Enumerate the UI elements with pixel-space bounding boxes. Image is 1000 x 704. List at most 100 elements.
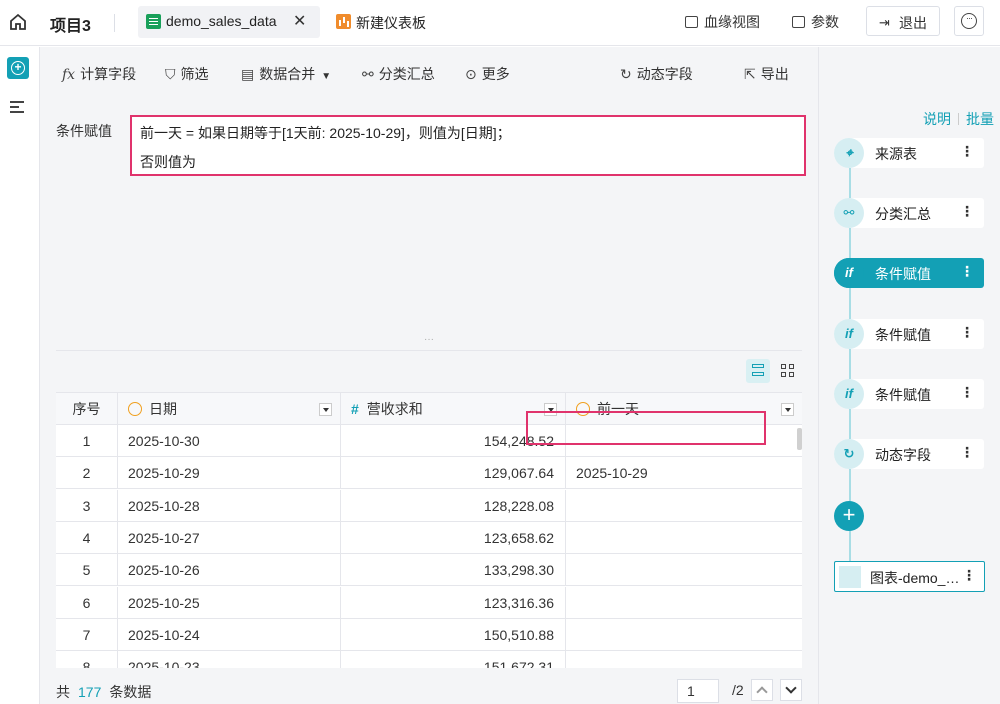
cell-date[interactable]: 2025-10-29	[118, 457, 341, 490]
kebab-menu-icon[interactable]: ⋮	[960, 203, 974, 220]
cell-revenue[interactable]: 128,228.08	[341, 489, 566, 522]
cell-date[interactable]: 2025-10-28	[118, 489, 341, 522]
export-icon: ⇱	[744, 66, 756, 82]
filter-icon: ⛉	[165, 66, 176, 82]
cell-index[interactable]: 6	[56, 586, 118, 619]
cell-revenue[interactable]: 123,316.36	[341, 586, 566, 619]
exit-button[interactable]: ⇥ 退出	[866, 6, 940, 36]
page-down-button[interactable]	[780, 679, 802, 701]
kebab-menu-icon[interactable]: ⋮	[960, 444, 974, 461]
flow-node-label: 条件赋值	[875, 386, 931, 403]
condition-line-1: 前一天 = 如果日期等于[1天前: 2025-10-29]，则值为[日期]；	[140, 125, 511, 141]
chevron-up-icon	[756, 686, 768, 698]
cell-prev-day[interactable]	[566, 587, 802, 619]
table-row[interactable]: 2 2025-10-29 129,067.64 2025-10-29	[56, 457, 802, 490]
cell-index[interactable]: 7	[56, 618, 118, 651]
kebab-menu-icon[interactable]: ⋮	[960, 143, 974, 160]
left-sidebar: +	[0, 47, 40, 704]
export-button[interactable]: ⇱ 导出	[744, 64, 789, 84]
column-dropdown-icon[interactable]	[781, 403, 794, 416]
flow-node[interactable]: ↻ 动态字段 ⋮	[834, 439, 984, 469]
cell-index[interactable]: 2	[56, 457, 118, 490]
chart-node[interactable]: 图表-demo_sales_data ⋮	[834, 561, 985, 592]
cell-date[interactable]: 2025-10-24	[118, 618, 341, 651]
table-row[interactable]: 7 2025-10-24 150,510.88	[56, 618, 802, 651]
clock-icon	[128, 402, 142, 416]
kebab-menu-icon[interactable]: ⋮	[960, 263, 974, 280]
kebab-menu-icon[interactable]: ⋮	[962, 567, 976, 584]
more-menu-button[interactable]: ···	[954, 6, 984, 36]
cell-index[interactable]: 8	[56, 651, 118, 668]
number-icon: #	[351, 401, 359, 417]
cell-date[interactable]: 2025-10-27	[118, 521, 341, 554]
lineage-view-button[interactable]: 血缘视图	[685, 12, 760, 32]
cell-revenue[interactable]: 150,510.88	[341, 618, 566, 651]
table-row[interactable]: 4 2025-10-27 123,658.62	[56, 521, 802, 554]
page-up-button[interactable]	[751, 679, 773, 701]
condition-expression-box[interactable]: 前一天 = 如果日期等于[1天前: 2025-10-29]，则值为[日期]； 否…	[130, 115, 806, 176]
group-summary-button[interactable]: ⚯ 分类汇总	[362, 64, 435, 84]
cell-date[interactable]: 2025-10-30	[118, 425, 341, 457]
calc-field-button[interactable]: fx 计算字段	[62, 64, 136, 84]
list-icon[interactable]	[10, 101, 24, 113]
table-row[interactable]: 6 2025-10-25 123,316.36	[56, 586, 802, 619]
cell-index[interactable]: 1	[56, 425, 118, 457]
table-view-icon[interactable]	[746, 359, 770, 383]
dynamic-field-button[interactable]: ↻ 动态字段	[620, 64, 693, 84]
condition-label: 条件赋值	[56, 123, 112, 139]
row-count: 共 177 条数据	[56, 682, 151, 702]
table-row[interactable]: 3 2025-10-28 128,228.08	[56, 489, 802, 522]
data-merge-button[interactable]: ▤ 数据合并 ▼	[241, 64, 331, 84]
page-input[interactable]: 1	[677, 679, 719, 703]
kebab-menu-icon[interactable]: ⋮	[960, 324, 974, 341]
flow-node[interactable]: if 条件赋值 ⋮	[834, 318, 984, 349]
scrollbar[interactable]	[797, 428, 802, 450]
chart-icon	[839, 566, 861, 588]
cell-revenue[interactable]: 123,658.62	[341, 521, 566, 554]
cell-index[interactable]: 3	[56, 489, 118, 522]
cell-index[interactable]: 4	[56, 521, 118, 554]
flow-node[interactable]: ⚯ 分类汇总 ⋮	[834, 198, 984, 229]
add-step-button[interactable]: +	[7, 57, 29, 79]
splitter[interactable]	[56, 350, 802, 351]
table-row[interactable]: 5 2025-10-26 133,298.30	[56, 554, 802, 587]
cell-prev-day[interactable]: 2025-10-29	[566, 457, 802, 489]
params-icon	[792, 16, 805, 28]
filter-button[interactable]: ⛉ 筛选	[165, 64, 209, 84]
params-button[interactable]: 参数	[792, 12, 839, 32]
cell-revenue[interactable]: 151,672.31	[341, 651, 566, 668]
flow-node[interactable]: if 条件赋值 ⋮	[834, 378, 984, 409]
cell-date[interactable]: 2025-10-26	[118, 554, 341, 587]
cell-revenue[interactable]: 133,298.30	[341, 554, 566, 587]
more-button-left[interactable]: ⊙ 更多	[465, 64, 510, 84]
hierarchy-icon: ⚯	[362, 66, 374, 82]
kebab-menu-icon[interactable]: ⋮	[960, 384, 974, 401]
hierarchy-icon: ⚯	[834, 198, 864, 229]
add-node-button[interactable]: +	[834, 501, 864, 531]
cell-prev-day[interactable]	[566, 554, 802, 586]
cell-date[interactable]: 2025-10-23	[118, 651, 341, 668]
cell-date[interactable]: 2025-10-25	[118, 586, 341, 619]
exit-label: 退出	[899, 15, 927, 31]
grid-view-icon[interactable]	[776, 359, 800, 383]
dashboard-icon	[336, 14, 351, 29]
params-label: 参数	[811, 14, 839, 30]
column-dropdown-icon[interactable]	[319, 403, 332, 416]
cell-index[interactable]: 5	[56, 554, 118, 587]
splitter-handle[interactable]: ···	[424, 334, 434, 345]
cell-prev-day[interactable]	[566, 651, 802, 668]
home-icon[interactable]	[8, 12, 28, 32]
close-icon[interactable]: ✕	[293, 11, 306, 31]
cell-revenue[interactable]: 129,067.64	[341, 457, 566, 490]
condition-icon: if	[834, 318, 864, 349]
header-date[interactable]: 日期	[118, 393, 341, 425]
explain-link[interactable]: 说明	[923, 111, 951, 127]
cell-prev-day[interactable]	[566, 490, 802, 522]
cell-prev-day[interactable]	[566, 619, 802, 651]
batch-link[interactable]: 批量	[966, 111, 994, 127]
flow-node[interactable]: ⌖ 来源表 ⋮	[834, 138, 984, 168]
flow-node[interactable]: if 条件赋值 ⋮	[834, 258, 984, 289]
tab-demo-sales-data[interactable]: demo_sales_data ✕	[138, 6, 320, 38]
cell-prev-day[interactable]	[566, 522, 802, 554]
table-row[interactable]: 8 2025-10-23 151,672.31	[56, 651, 802, 668]
